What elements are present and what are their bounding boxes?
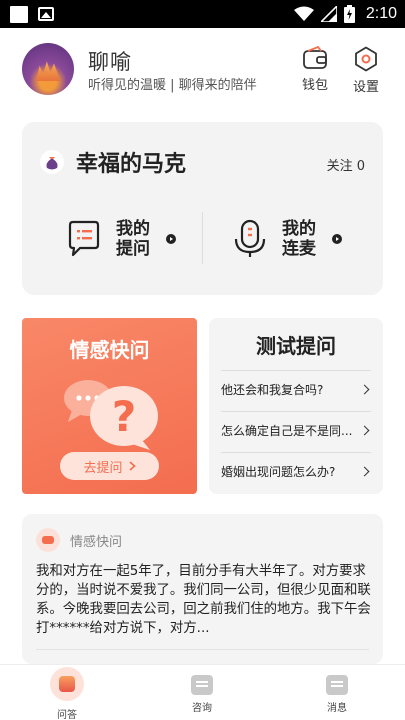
svg-text:?: ?: [112, 392, 136, 441]
settings-label: 设置: [352, 80, 379, 95]
chat-category-icon: [36, 528, 60, 552]
wallet-icon: [303, 46, 327, 69]
chevron-right-icon: [359, 466, 370, 477]
post-category: 情感快问: [70, 535, 123, 550]
post-content: 我和对方在一起5年了，目前分手有大半年了。对方要求分的，当时说不爱我了。我们同一…: [36, 564, 371, 636]
question-bubbles-illustration: ?: [64, 380, 158, 450]
play-arrow-icon: [332, 234, 342, 244]
test-question-item[interactable]: 怎么确定自己是不是同...: [221, 411, 371, 449]
signal-icon: [320, 6, 337, 22]
test-question-text: 他还会和我复合吗?: [221, 383, 324, 397]
settings-button[interactable]: 设置: [346, 46, 386, 95]
money-bag-icon: [40, 150, 64, 174]
microphone-icon: [234, 219, 266, 257]
divider: [36, 649, 369, 650]
play-arrow-icon: [166, 234, 176, 244]
go-ask-label: 去提问: [83, 460, 123, 476]
go-ask-button[interactable]: 去提问: [60, 452, 159, 480]
chevron-right-icon: [359, 425, 370, 436]
tab-messages[interactable]: 消息: [302, 669, 372, 714]
test-questions-title: 测试提问: [256, 334, 336, 358]
app-logo-text: 聊喻: [88, 50, 132, 74]
test-question-text: 怎么确定自己是不是同...: [221, 424, 353, 438]
tab-label: 问答: [57, 710, 77, 720]
wallet-label: 钱包: [301, 78, 328, 93]
settings-hexagon-icon: [355, 46, 377, 72]
my-questions-button[interactable]: 我的 提问: [66, 214, 176, 264]
clock-time: 2:10: [365, 5, 397, 22]
app-header: 聊喻 听得见的温暖 | 聊得来的陪伴 钱包 设置: [0, 28, 405, 118]
quick-question-card[interactable]: 情感快问 ? 去提问: [22, 318, 197, 494]
avatar[interactable]: [22, 43, 74, 95]
my-voice-button[interactable]: 我的 连麦: [232, 214, 342, 264]
tab-label: 咨询: [192, 703, 212, 714]
post-card[interactable]: 情感快问 我和对方在一起5年了，目前分手有大半年了。对方要求分的，当时说不爱我了…: [22, 514, 383, 664]
quick-question-title: 情感快问: [69, 338, 150, 362]
app-slogan: 听得见的温暖 | 聊得来的陪伴: [88, 78, 257, 93]
battery-icon: [343, 5, 355, 23]
tab-consult[interactable]: 咨询: [167, 669, 237, 714]
status-bar: 2:10: [0, 0, 405, 28]
chat-bubble-icon: [68, 220, 100, 257]
chevron-right-icon: [359, 384, 370, 395]
notification-square-icon: [10, 6, 28, 23]
follow-count[interactable]: 关注 0: [327, 155, 365, 174]
wallet-button[interactable]: 钱包: [295, 46, 335, 93]
consult-icon: [191, 675, 213, 695]
test-question-item[interactable]: 婚姻出现问题怎么办?: [221, 452, 371, 490]
chevron-right-icon: [128, 461, 136, 471]
qa-icon: [50, 667, 84, 701]
profile-card: 幸福的马克 关注 0 我的 提问 我的 连麦: [22, 122, 383, 295]
image-notification-icon: [38, 7, 54, 21]
message-icon: [326, 675, 348, 695]
wifi-icon: [293, 6, 314, 21]
bottom-tab-bar: 问答 咨询 消息: [0, 664, 405, 720]
test-question-item[interactable]: 他还会和我复合吗?: [221, 370, 371, 408]
tab-qa[interactable]: 问答: [32, 667, 102, 720]
my-questions-label: 我的 提问: [116, 219, 150, 259]
user-name: 幸福的马克: [76, 152, 187, 177]
test-questions-card: 测试提问 他还会和我复合吗? 怎么确定自己是不是同... 婚姻出现问题怎么办?: [209, 318, 383, 494]
divider: [202, 212, 203, 264]
system-icons: 2:10: [293, 4, 397, 24]
test-question-text: 婚姻出现问题怎么办?: [221, 465, 336, 479]
my-voice-label: 我的 连麦: [282, 219, 316, 259]
tab-label: 消息: [327, 703, 347, 714]
